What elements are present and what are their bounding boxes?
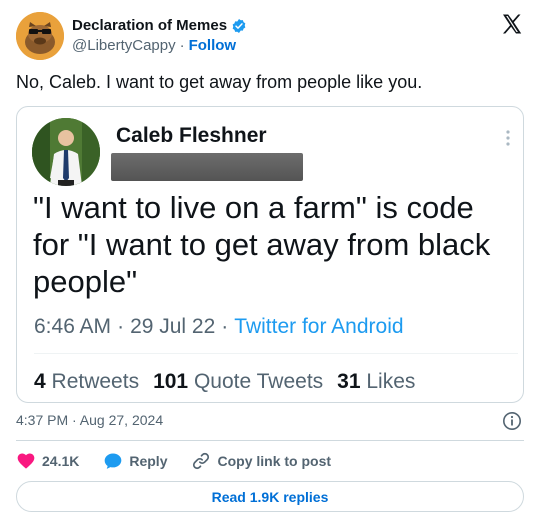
quoted-author-avatar: [32, 118, 100, 186]
x-logo-icon[interactable]: [500, 12, 524, 36]
quote-tweets-label: Quote Tweets: [193, 370, 324, 393]
tweet-text: No, Caleb. I want to get away from peopl…: [16, 72, 423, 92]
more-dots-icon[interactable]: [505, 129, 511, 147]
meta-dot: ·: [117, 315, 125, 338]
author-display-name[interactable]: Declaration of Memes: [72, 17, 227, 34]
tweet-timestamp[interactable]: 4:37 PM · Aug 27, 2024: [16, 412, 163, 428]
likes-count-quoted: 31: [337, 370, 361, 393]
follow-button[interactable]: Follow: [189, 37, 237, 54]
copy-link-label: Copy link to post: [217, 453, 332, 469]
quoted-tweet-card[interactable]: Caleb Fleshner "I want to live on a farm…: [16, 106, 524, 403]
likes-label-quoted: Likes: [366, 370, 416, 393]
author-handle[interactable]: @LibertyCappy: [72, 37, 176, 54]
read-replies-button[interactable]: Read 1.9K replies: [16, 481, 524, 512]
quoted-date: 29 Jul 22: [130, 315, 216, 338]
quoted-stats: 4 Retweets 101 Quote Tweets 31 Likes: [34, 370, 415, 394]
tweet-actions: 24.1K Reply Copy link to post: [16, 449, 355, 473]
author-avatar[interactable]: [16, 12, 64, 60]
reply-label: Reply: [129, 453, 168, 469]
quoted-time: 6:46 AM: [34, 315, 112, 338]
like-count: 24.1K: [42, 453, 80, 469]
tweet-header: Declaration of Memes @LibertyCappy · Fol…: [16, 12, 524, 60]
meta-dot: ·: [221, 315, 229, 338]
quote-tweets-count: 101: [153, 370, 189, 393]
verified-badge-icon: [231, 18, 247, 34]
like-button[interactable]: 24.1K: [16, 451, 79, 471]
quoted-tweet-body: "I want to live on a farm" is code for "…: [33, 190, 491, 299]
quoted-divider: [34, 353, 518, 354]
quoted-author-name: Caleb Fleshner: [116, 124, 267, 147]
copy-link-button[interactable]: Copy link to post: [191, 451, 331, 471]
redacted-handle-box: [111, 153, 303, 181]
retweets-count: 4: [34, 370, 46, 393]
reply-button[interactable]: Reply: [103, 451, 167, 471]
reply-bubble-icon: [105, 453, 122, 469]
author-name-row: Declaration of Memes: [72, 17, 247, 34]
handle-separator: ·: [179, 37, 185, 54]
actions-divider: [16, 440, 524, 441]
retweets-label: Retweets: [51, 370, 140, 393]
quoted-source: Twitter for Android: [234, 315, 404, 338]
quoted-tweet-meta: 6:46 AM · 29 Jul 22 · Twitter for Androi…: [34, 315, 404, 339]
author-handle-row: @LibertyCappy · Follow: [72, 37, 236, 54]
heart-icon: [17, 453, 35, 469]
info-icon[interactable]: [502, 411, 522, 431]
link-icon: [193, 452, 210, 470]
